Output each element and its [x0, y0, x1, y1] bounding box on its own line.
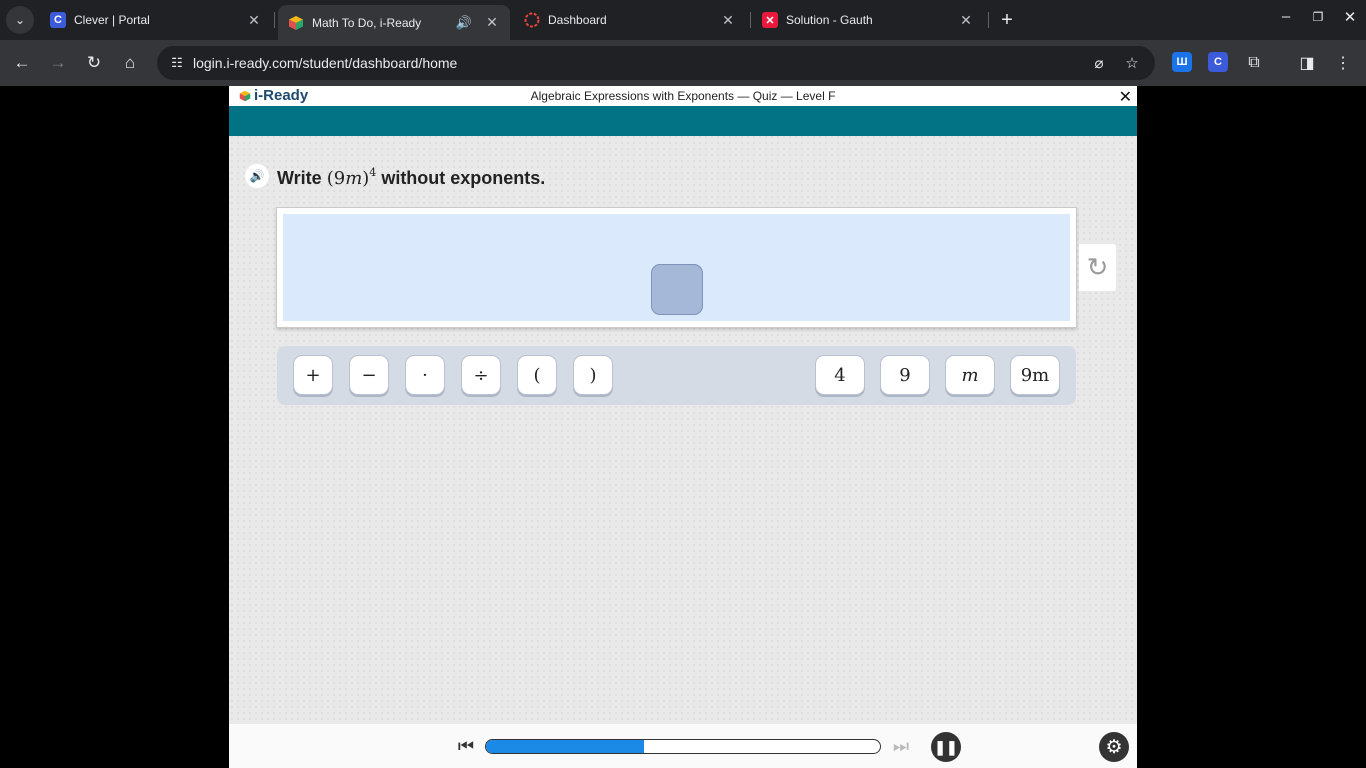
app-topbar: i-Ready Algebraic Expressions with Expon… — [229, 86, 1137, 106]
iready-cube-icon — [288, 15, 304, 31]
pause-icon[interactable]: ❚❚ — [931, 732, 961, 762]
tile-9m[interactable]: 9m — [1010, 355, 1060, 395]
tab-gauth[interactable]: ✕ Solution - Gauth ✕ — [752, 5, 984, 35]
chevron-down-icon: ⌄ — [14, 13, 26, 27]
tile-m[interactable]: m — [945, 355, 995, 395]
bookmark-star-icon[interactable]: ☆ — [1122, 53, 1142, 73]
tab-divider — [988, 12, 989, 28]
question-text: Write (9m)4 without exponents. — [277, 166, 546, 189]
progress-bar — [485, 739, 881, 754]
extension-blue-icon[interactable]: Ш — [1172, 52, 1192, 72]
tile-minus[interactable]: − — [349, 355, 389, 395]
skip-forward-icon[interactable]: ⏭ — [889, 734, 913, 758]
back-arrow-icon[interactable]: ← — [10, 51, 34, 75]
progress-fill — [486, 740, 644, 753]
location-off-icon[interactable]: ⌀ — [1089, 53, 1109, 73]
window-close-icon[interactable]: ✕ — [1339, 8, 1361, 26]
tile-plus[interactable]: + — [293, 355, 333, 395]
tab-close-icon[interactable]: ✕ — [958, 12, 974, 29]
home-icon[interactable]: ⌂ — [118, 51, 142, 75]
tab-close-icon[interactable]: ✕ — [720, 12, 736, 29]
tile-tray: + − · ÷ ( ) 4 9 m 9m — [277, 346, 1076, 405]
new-tab-plus-icon[interactable]: + — [996, 9, 1018, 31]
tab-title: Dashboard — [548, 13, 607, 27]
quiz-title: Algebraic Expressions with Exponents — Q… — [530, 89, 836, 103]
answer-card — [276, 207, 1077, 328]
dashboard-ring-icon — [524, 12, 540, 28]
extensions-puzzle-icon[interactable]: ⧉ — [1242, 51, 1266, 75]
gear-icon[interactable]: ⚙ — [1099, 732, 1129, 762]
close-icon[interactable]: ✕ — [1119, 87, 1132, 107]
tab-title: Clever | Portal — [74, 13, 150, 27]
audio-speaker-icon[interactable]: 🔊 — [245, 164, 269, 188]
extension-clever-icon[interactable]: C — [1208, 52, 1228, 72]
tab-close-icon[interactable]: ✕ — [484, 14, 500, 31]
tab-divider — [750, 12, 751, 28]
answer-drop-zone[interactable] — [283, 214, 1070, 321]
tile-open-paren[interactable]: ( — [517, 355, 557, 395]
bottom-bar: ⏮ ⏭ ❚❚ ⚙ — [229, 724, 1137, 768]
reset-icon[interactable]: ↻ — [1079, 244, 1116, 291]
tab-title: Math To Do, i-Ready — [312, 15, 422, 30]
math-expression: (9m)4 — [326, 166, 377, 189]
forward-arrow-icon[interactable]: → — [46, 51, 70, 75]
tab-divider — [274, 12, 275, 28]
reload-icon[interactable]: ↻ — [82, 51, 106, 75]
gauth-icon: ✕ — [762, 12, 778, 28]
drop-slot[interactable] — [651, 264, 703, 315]
tab-search-button[interactable]: ⌄ — [6, 6, 34, 34]
tile-m-label: m — [961, 364, 979, 386]
address-bar[interactable]: ☷ login.i-ready.com/student/dashboard/ho… — [157, 46, 1155, 80]
tile-dot[interactable]: · — [405, 355, 445, 395]
tile-close-paren[interactable]: ) — [573, 355, 613, 395]
side-panel-icon[interactable]: ◨ — [1295, 51, 1319, 75]
restore-icon[interactable]: ❐ — [1307, 10, 1329, 24]
site-settings-icon[interactable]: ☷ — [165, 51, 189, 75]
iready-app: i-Ready Algebraic Expressions with Expon… — [229, 86, 1137, 768]
tab-dashboard[interactable]: Dashboard ✕ — [514, 5, 746, 35]
teal-header-bar — [229, 106, 1137, 136]
tile-9[interactable]: 9 — [880, 355, 930, 395]
tab-iready[interactable]: Math To Do, i-Ready 🔊 ✕ — [278, 5, 510, 40]
skip-back-icon[interactable]: ⏮ — [454, 734, 478, 758]
tile-4[interactable]: 4 — [815, 355, 865, 395]
menu-dots-icon[interactable]: ⋮ — [1331, 51, 1355, 75]
tab-clever[interactable]: C Clever | Portal ✕ — [40, 5, 272, 35]
minimize-icon[interactable]: – — [1275, 8, 1297, 25]
tab-strip: ⌄ C Clever | Portal ✕ Math To Do, i-Read… — [0, 0, 1366, 40]
browser-toolbar: ← → ↻ ⌂ ☷ login.i-ready.com/student/dash… — [0, 40, 1366, 86]
tab-title: Solution - Gauth — [786, 13, 873, 27]
tile-divide[interactable]: ÷ — [461, 355, 501, 395]
url-text[interactable]: login.i-ready.com/student/dashboard/home — [193, 55, 457, 71]
tab-close-icon[interactable]: ✕ — [246, 12, 262, 29]
clever-icon: C — [50, 12, 66, 28]
speaker-icon[interactable]: 🔊 — [456, 15, 472, 31]
